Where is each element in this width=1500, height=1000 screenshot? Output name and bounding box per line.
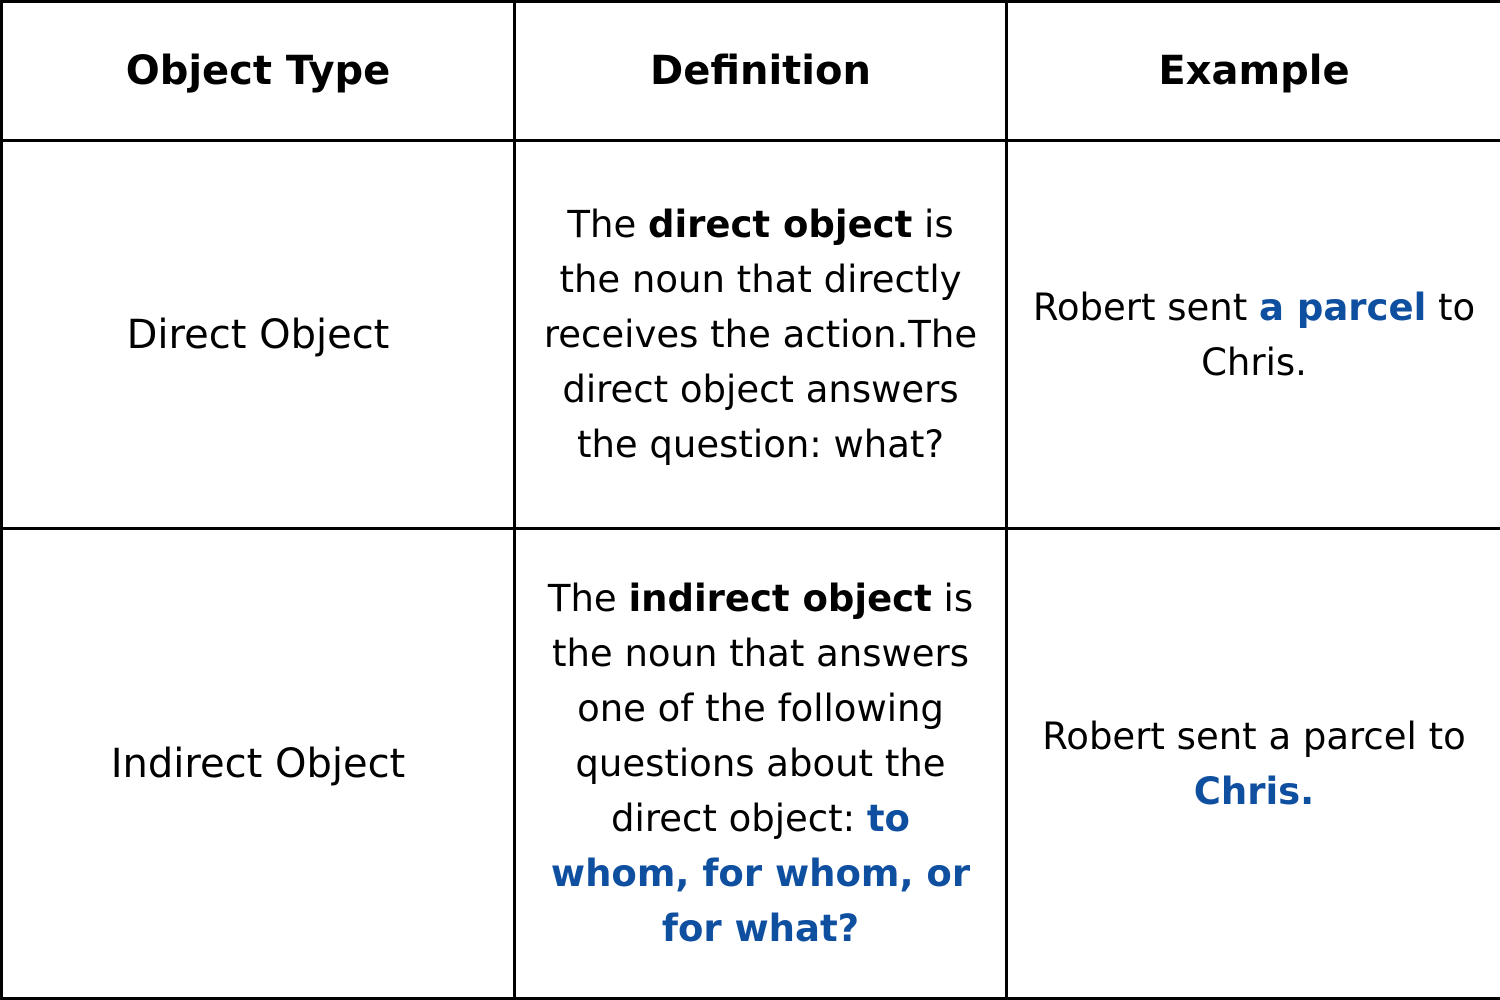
table-header-row: Object Type Definition Example [0,0,1500,142]
header-definition: Definition [513,0,1008,142]
example-highlight: Chris. [1193,769,1315,813]
definition-term: indirect object [628,577,932,620]
definition-text: The [547,577,629,620]
cell-object-type: Indirect Object [0,527,516,1000]
header-object-type: Object Type [0,0,516,142]
definition-term: direct object [647,203,913,246]
cell-object-type: Direct Object [0,139,516,530]
example-text: Robert sent a parcel to [1042,714,1466,758]
object-types-table: Object Type Definition Example Direct Ob… [0,0,1500,1000]
example-text: Robert sent [1032,285,1259,329]
cell-definition: The indirect object is the noun that ans… [513,527,1008,1000]
cell-definition: The direct object is the noun that direc… [513,139,1008,530]
header-example: Example [1005,0,1500,142]
table-row-indirect-object: Indirect Object The indirect object is t… [0,527,1500,1000]
example-highlight: a parcel [1259,285,1427,329]
definition-text: The [567,203,648,246]
table-row-direct-object: Direct Object The direct object is the n… [0,139,1500,530]
cell-example: Robert sent a parcel to Chris. [1005,139,1500,530]
cell-example: Robert sent a parcel to Chris. [1005,527,1500,1000]
